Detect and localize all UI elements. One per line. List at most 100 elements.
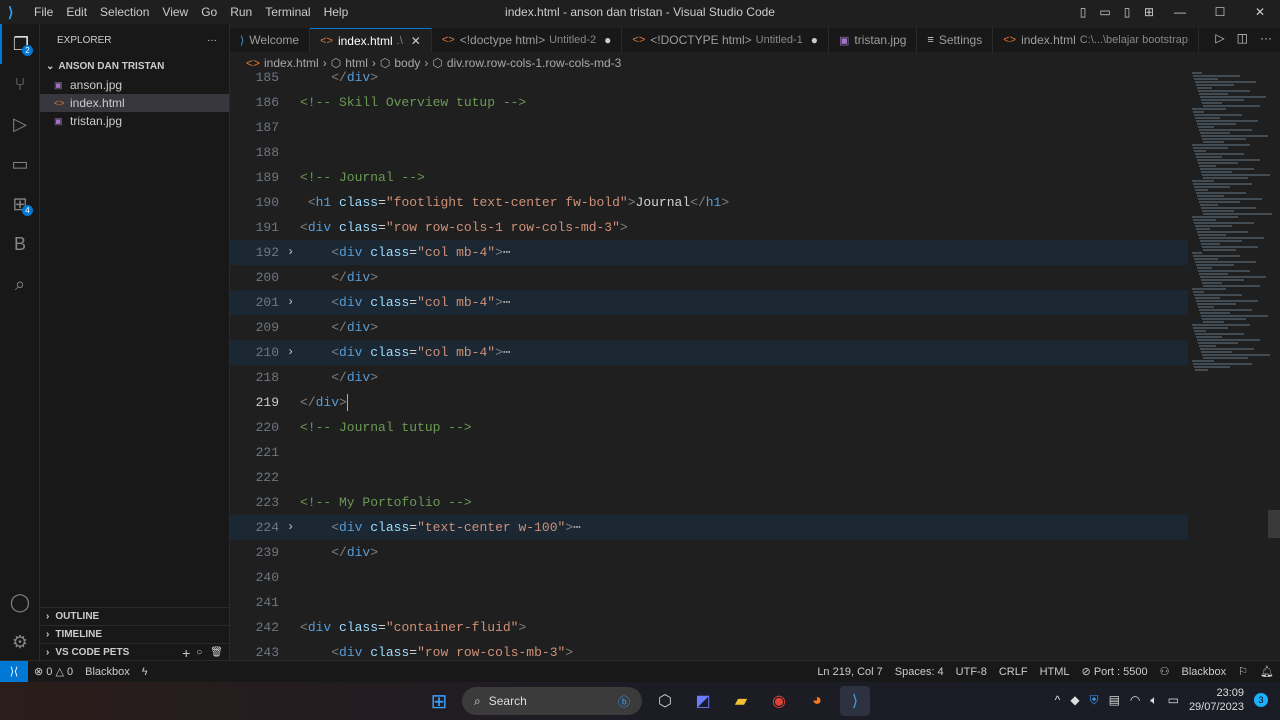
clock[interactable]: 23:09 29/07/2023 [1189,686,1244,714]
code-line[interactable]: 224 › <div class="text-center w-100">⋯ [230,515,1188,540]
search-icon[interactable]: ⌕ [0,264,40,304]
problems-indicator[interactable]: ⊗ 0 △ 0 [34,665,73,678]
tab-1[interactable]: <> index.html .\ ✕ [310,28,432,52]
fold-chevron-icon[interactable]: › [287,515,294,540]
code-line[interactable]: 210 › <div class="col mb-4">⋯ [230,340,1188,365]
add-pet-icon[interactable]: + [182,645,190,661]
source-control-icon[interactable]: ⑂ [0,64,40,104]
tab-2[interactable]: <> <!doctype html> Untitled-2 ● [432,28,623,52]
firefox-icon[interactable]: ◕ [802,686,832,716]
feedback-icon[interactable]: ⚐ [1238,665,1248,678]
extensions-icon[interactable]: ⊞ 4 [0,184,40,224]
chrome-icon[interactable]: ◉ [764,686,794,716]
tab-4[interactable]: ▣ tristan.jpg [829,28,918,52]
chevron-up-icon[interactable]: ^ [1055,693,1061,707]
code-line[interactable]: 190 <h1 class="footlight text-center fw-… [230,190,1188,215]
scrollbar[interactable] [1268,510,1280,538]
encoding[interactable]: UTF-8 [956,666,987,678]
menu-item-selection[interactable]: Selection [100,5,149,19]
code-line[interactable]: 223 <!-- My Portofolio --> [230,490,1188,515]
account-icon[interactable]: ◯ [0,582,40,622]
lightning-icon[interactable]: ϟ [142,666,148,678]
more-actions-icon[interactable]: ··· [1260,31,1272,45]
code-line[interactable]: 191 <div class="row row-cols-1 row-cols-m… [230,215,1188,240]
vscode-taskbar-icon[interactable]: ⟩ [840,686,870,716]
code-line[interactable]: 218 </div> [230,365,1188,390]
code-line[interactable]: 187 [230,115,1188,140]
security-icon[interactable]: ⛨ [1090,693,1099,708]
windows-start-icon[interactable]: ⊞ [424,686,454,716]
code-line[interactable]: 222 [230,465,1188,490]
blackbox-status-right[interactable]: Blackbox [1182,666,1227,678]
minimize-button[interactable]: — [1160,5,1200,19]
unsaved-dot-icon[interactable]: ● [604,33,611,47]
code-line[interactable]: 241 [230,590,1188,615]
more-actions-icon[interactable]: ··· [207,35,217,46]
file-index-html[interactable]: <> index.html [40,94,229,112]
app-icon[interactable]: ◩ [688,686,718,716]
code-line[interactable]: 200 </div> [230,265,1188,290]
language-mode[interactable]: HTML [1040,666,1070,678]
unsaved-dot-icon[interactable]: ● [811,33,818,47]
maximize-button[interactable]: ☐ [1200,5,1240,19]
code-line[interactable]: 220 <!-- Journal tutup --> [230,415,1188,440]
blackbox-status[interactable]: Blackbox [85,666,130,678]
explorer-icon[interactable]: ❐ 2 [0,24,40,64]
code-line[interactable]: 209 </div> [230,315,1188,340]
customize-layout-icon[interactable]: ⊞ [1138,5,1160,19]
blackbox-icon[interactable]: B [0,224,40,264]
notification-badge[interactable]: 3 [1254,693,1268,707]
timeline-section[interactable]: › TIMELINE [40,625,229,643]
file-explorer-icon[interactable]: ▰ [726,686,756,716]
trash-icon[interactable]: 🗑 [210,647,223,658]
split-editor-icon[interactable]: ◫ [1237,31,1248,45]
menu-item-help[interactable]: Help [324,5,349,19]
code-line[interactable]: 239 </div> [230,540,1188,565]
cursor-position[interactable]: Ln 219, Col 7 [817,666,882,678]
workspace-folder[interactable]: ⌄ ANSON DAN TRISTAN [40,56,229,76]
live-server-port[interactable]: ⊘ Port : 5500 [1082,665,1148,678]
run-debug-icon[interactable]: ▷ [0,104,40,144]
remote-explorer-icon[interactable]: ▭ [0,144,40,184]
menu-item-run[interactable]: Run [230,5,252,19]
app-icon[interactable]: ⬡ [650,686,680,716]
code-line[interactable]: 185 </div> [230,65,1188,90]
code-line[interactable]: 189 <!-- Journal --> [230,165,1188,190]
tab-0[interactable]: ⟩ Welcome [230,28,311,52]
close-button[interactable]: ✕ [1240,5,1280,19]
menu-item-go[interactable]: Go [201,5,217,19]
code-line[interactable]: 221 [230,440,1188,465]
notifications-bell-icon[interactable]: 🔔︎ [1260,665,1274,678]
tab-6[interactable]: <> index.html C:\...\belajar bootstrap [993,28,1199,52]
code-line[interactable]: 188 [230,140,1188,165]
copilot-icon[interactable]: ⚇ [1160,665,1170,678]
minimap[interactable] [1192,72,1272,392]
indentation[interactable]: Spaces: 4 [895,666,944,678]
remote-indicator-icon[interactable]: ⟩⟨ [0,660,28,683]
code-line[interactable]: 219 </div> [230,390,1188,415]
tray-app-icon[interactable]: ▤ [1109,693,1120,707]
fold-chevron-icon[interactable]: › [287,240,294,265]
file-tristan-jpg[interactable]: ▣ tristan.jpg [40,112,229,130]
code-editor[interactable]: 185 </div> 186 <!-- Skill Overview tutup -… [230,65,1280,660]
toggle-secondary-sidebar-icon[interactable]: ▯ [1116,5,1138,19]
code-line[interactable]: 186 <!-- Skill Overview tutup --> [230,90,1188,115]
outline-section[interactable]: › OUTLINE [40,607,229,625]
fold-chevron-icon[interactable]: › [287,340,294,365]
menu-item-terminal[interactable]: Terminal [265,5,310,19]
menu-item-edit[interactable]: Edit [66,5,87,19]
menu-item-file[interactable]: File [34,5,53,19]
code-line[interactable]: 201 › <div class="col mb-4">⋯ [230,290,1188,315]
code-line[interactable]: 243 <div class="row row-cols-mb-3"> [230,640,1188,660]
code-line[interactable]: 192 › <div class="col mb-4">⋯ [230,240,1188,265]
tray-app-icon[interactable]: ◆ [1070,693,1079,707]
code-line[interactable]: 242 <div class="container-fluid"> [230,615,1188,640]
vscode-pets-section[interactable]: › VS CODE PETS + ○ 🗑 [40,643,229,661]
file-anson-jpg[interactable]: ▣ anson.jpg [40,76,229,94]
code-line[interactable]: 240 [230,565,1188,590]
run-icon[interactable]: ▷ [1215,31,1224,45]
line-ending[interactable]: CRLF [999,666,1028,678]
wifi-icon[interactable]: ◠ [1130,693,1140,707]
tab-3[interactable]: <> <!DOCTYPE html> Untitled-1 ● [622,28,829,52]
toggle-sidebar-icon[interactable]: ▯ [1072,5,1094,19]
